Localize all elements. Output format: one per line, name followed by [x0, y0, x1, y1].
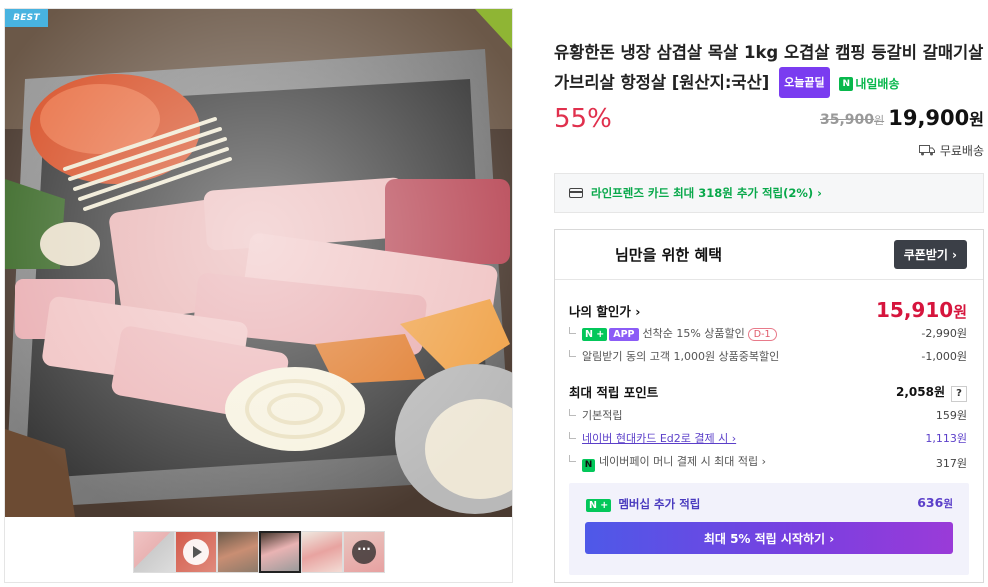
- original-price-currency: 원: [874, 114, 885, 127]
- thumbnail-1[interactable]: [133, 531, 175, 573]
- tree-branch-icon: [569, 455, 576, 462]
- card-promo-text: 라인프렌즈 카드 최대 318원 추가 적립(2%) ›: [591, 186, 822, 200]
- discount-item-1: N + APP 선착순 15% 상품할인 D-1 -2,990원: [569, 325, 967, 341]
- thumbnail-5[interactable]: [301, 531, 343, 573]
- truck-icon: [918, 145, 935, 156]
- membership-row: N + 멤버십 추가 적립 636원: [586, 493, 953, 512]
- benefit-title: 님만을 위한 혜택: [569, 244, 722, 265]
- point-item-2: 네이버 현대카드 Ed2로 결제 시 › 1,113원: [569, 430, 967, 446]
- n-delivery-icon: N: [839, 77, 854, 91]
- my-discount-price: 15,910원: [876, 298, 967, 322]
- product-gallery: BEST ···: [4, 8, 513, 583]
- app-badge: APP: [609, 328, 639, 341]
- thumbnail-more[interactable]: ···: [343, 531, 385, 573]
- tree-branch-icon: [569, 432, 576, 439]
- thumbnail-strip: ···: [133, 531, 385, 573]
- main-product-image[interactable]: BEST: [5, 9, 512, 517]
- grilled-pork-photo: [5, 9, 512, 517]
- point-item-1-label: 기본적립: [582, 409, 623, 422]
- card-promo-banner[interactable]: 라인프렌즈 카드 최대 318원 추가 적립(2%) ›: [554, 173, 984, 213]
- membership-label-wrap: N + 멤버십 추가 적립: [586, 493, 700, 512]
- membership-currency: 원: [943, 497, 953, 510]
- discount-item-2: 알림받기 동의 고객 1,000원 상품중복할인 -1,000원: [569, 348, 967, 364]
- thumbnail-3[interactable]: [217, 531, 259, 573]
- more-icon: ···: [352, 540, 376, 564]
- tomorrow-delivery-label: 내일배송: [855, 76, 900, 91]
- point-item-3-value: 317원: [935, 456, 967, 470]
- point-item-2-value: 1,113원: [925, 432, 967, 445]
- shipping-info: 무료배송: [918, 142, 984, 159]
- naver-pay-icon: N: [582, 459, 595, 472]
- original-price-value: 35,900: [820, 112, 875, 128]
- membership-label: 멤버십 추가 적립: [618, 497, 701, 511]
- membership-value-number: 636: [917, 494, 944, 510]
- sale-price-value: 19,900: [888, 106, 970, 130]
- thumbnail-video[interactable]: [175, 531, 217, 573]
- point-item-2-label-wrap: 네이버 현대카드 Ed2로 결제 시 ›: [569, 430, 736, 446]
- n-plus-badge: N +: [586, 499, 612, 512]
- max-points-row: 최대 적립 포인트 2,058원?: [569, 381, 967, 402]
- benefit-title-text: 님만을 위한 혜택: [615, 246, 723, 264]
- discount-rate: 55%: [554, 104, 612, 134]
- n-plus-badge: N +: [582, 328, 608, 341]
- benefit-panel: 님만을 위한 혜택 쿠폰받기 › 나의 할인가 › 15,910원 N + APP…: [554, 229, 984, 583]
- point-item-1: 기본적립 159원: [569, 407, 967, 423]
- help-icon[interactable]: ?: [951, 386, 967, 402]
- max-points-value: 2,058원: [896, 385, 945, 399]
- tree-branch-icon: [569, 350, 576, 357]
- credit-card-icon: [569, 188, 583, 198]
- tomorrow-delivery-tag: N 내일배송: [839, 70, 900, 99]
- point-item-1-label-wrap: 기본적립: [569, 407, 622, 423]
- tree-branch-icon: [569, 327, 576, 334]
- d-day-badge: D-1: [747, 328, 777, 341]
- discount-item-1-value: -2,990원: [921, 327, 967, 340]
- discount-item-2-label: 알림받기 동의 고객 1,000원 상품중복할인: [582, 350, 780, 363]
- my-discount-label[interactable]: 나의 할인가 ›: [569, 301, 640, 320]
- my-discount-row[interactable]: 나의 할인가 › 15,910원: [569, 298, 967, 322]
- discount-item-1-label-wrap: N + APP 선착순 15% 상품할인 D-1: [569, 325, 777, 341]
- discount-item-2-label-wrap: 알림받기 동의 고객 1,000원 상품중복할인: [569, 348, 779, 364]
- start-membership-button[interactable]: 최대 5% 적립 시작하기 ›: [585, 522, 953, 554]
- today-deal-tag: 오늘끝딜: [779, 67, 830, 98]
- max-points-value-wrap: 2,058원?: [896, 381, 967, 402]
- membership-value: 636원: [917, 495, 953, 511]
- membership-box: N + 멤버십 추가 적립 636원 최대 5% 적립 시작하기 ›: [569, 483, 969, 575]
- shipping-label: 무료배송: [939, 144, 984, 158]
- play-icon: [183, 539, 209, 565]
- get-coupon-button[interactable]: 쿠폰받기 ›: [893, 240, 967, 269]
- product-title-text: 유황한돈 냉장 삼겹살 목살 1kg 오겹살 캠핑 등갈비 갈매기살 가브리살 …: [554, 43, 984, 92]
- sale-price: 19,900원: [888, 106, 984, 130]
- my-discount-price-value: 15,910: [876, 298, 954, 322]
- best-badge: BEST: [5, 9, 48, 27]
- product-title: 유황한돈 냉장 삼겹살 목살 1kg 오겹살 캠핑 등갈비 갈매기살 가브리살 …: [554, 38, 984, 99]
- original-price: 35,900원: [820, 112, 884, 128]
- tree-branch-icon: [569, 409, 576, 416]
- thumbnail-4-selected[interactable]: [259, 531, 301, 573]
- point-item-1-value: 159원: [935, 409, 967, 422]
- discount-item-1-label: 선착순 15% 상품할인: [642, 327, 745, 340]
- point-item-3: N 네이버페이 머니 결제 시 최대 적립 › 317원: [569, 453, 967, 472]
- sale-price-currency: 원: [969, 110, 984, 129]
- my-discount-currency: 원: [953, 303, 967, 321]
- max-points-label: 최대 적립 포인트: [569, 385, 659, 400]
- naver-pay-link[interactable]: 네이버페이 머니 결제 시 최대 적립 ›: [599, 455, 766, 468]
- discount-item-2-value: -1,000원: [921, 350, 967, 363]
- hyundai-card-link[interactable]: 네이버 현대카드 Ed2로 결제 시 ›: [582, 432, 736, 445]
- point-item-3-label-wrap: N 네이버페이 머니 결제 시 최대 적립 ›: [569, 453, 766, 472]
- benefit-header: 님만을 위한 혜택 쿠폰받기 ›: [555, 230, 983, 280]
